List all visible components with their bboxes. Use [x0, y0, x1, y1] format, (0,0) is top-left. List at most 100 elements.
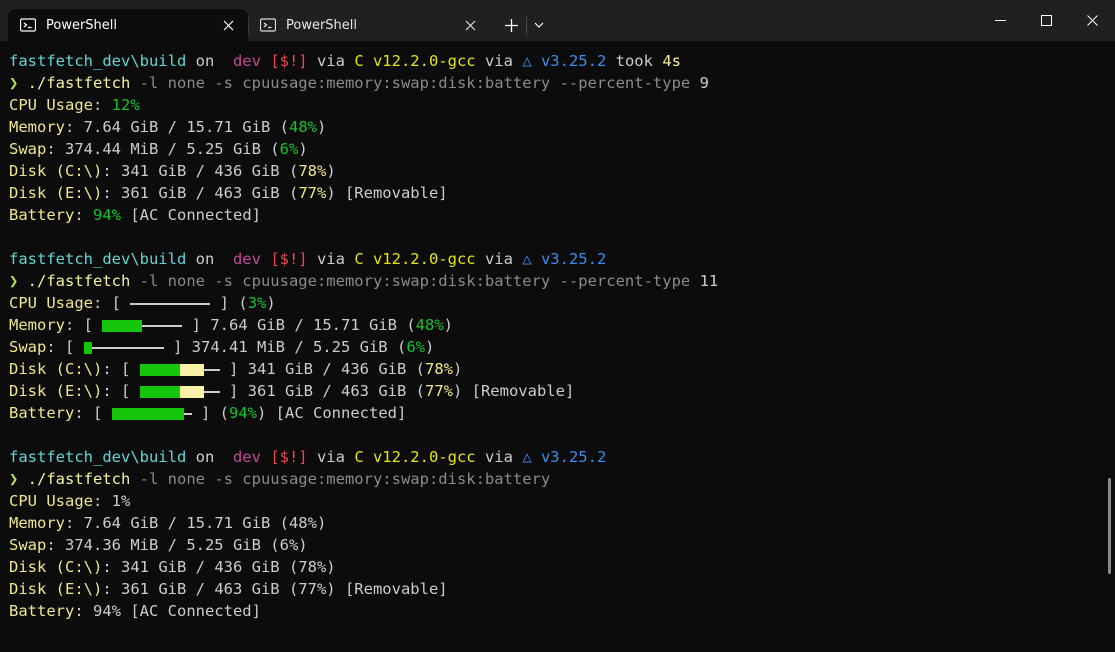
output-value: 341 GiB / 436 GiB ( — [121, 162, 299, 180]
bar-segment — [139, 347, 148, 349]
output-key: Battery — [9, 602, 75, 620]
output-value: ) — [443, 316, 453, 334]
output-line: CPU Usage: [ ] (3%) — [9, 292, 1099, 314]
command-name: ./fastfetch — [27, 74, 131, 92]
output-line: Disk (C:\): 341 GiB / 436 GiB (78%) — [9, 160, 1099, 182]
close-icon[interactable] — [456, 11, 484, 39]
output-value: [AC Connected] — [121, 206, 261, 224]
command-line: ❯ ./fastfetch -l none -s cpuusage:memory… — [9, 468, 1099, 490]
output-key: CPU Usage — [9, 294, 93, 312]
maximize-icon — [1040, 15, 1052, 26]
bar-segment — [110, 320, 119, 332]
bar-segment — [155, 364, 164, 376]
prompt-compiler: C v12.2.0-gcc — [354, 448, 476, 466]
bar-segment — [147, 347, 156, 349]
powershell-icon — [260, 18, 276, 32]
close-icon[interactable] — [214, 11, 242, 39]
bar-segment — [195, 364, 204, 376]
output-line: Battery: [ ] (94%) [AC Connected] — [9, 402, 1099, 424]
output-separator: : — [102, 382, 121, 400]
minimize-button[interactable] — [977, 0, 1023, 41]
output-line: Disk (C:\): 341 GiB / 436 GiB (78%) — [9, 556, 1099, 578]
output-separator: : — [102, 580, 121, 598]
output-key: Memory — [9, 514, 65, 532]
output-line: Disk (E:\): [ ] 361 GiB / 463 GiB (77%) … — [9, 380, 1099, 402]
prompt-on: on — [186, 250, 224, 268]
output-value: ) — [298, 140, 308, 158]
bar-segment — [159, 408, 168, 420]
output-line: CPU Usage: 12% — [9, 94, 1099, 116]
prompt-compiler: C v12.2.0-gcc — [354, 250, 476, 268]
command-name: ./fastfetch — [27, 272, 131, 290]
output-key: CPU Usage — [9, 96, 93, 114]
terminal-window: PowerShell PowerShell fastfetch_dev\buil… — [0, 0, 1115, 652]
prompt-path: fastfetch_dev\build — [9, 448, 187, 466]
bar-segment — [91, 347, 100, 349]
output-key: Memory — [9, 118, 65, 136]
window-close-button[interactable] — [1069, 0, 1115, 41]
percent-bar — [111, 404, 192, 426]
bar-segment — [211, 391, 220, 393]
prompt-via: via — [475, 250, 523, 268]
tab-dropdown-button[interactable] — [526, 11, 552, 39]
output-value: 374.44 MiB / 5.25 GiB ( — [65, 140, 280, 158]
output-line: Swap: [ ] 374.41 MiB / 5.25 GiB (6%) — [9, 336, 1099, 358]
maximize-button[interactable] — [1023, 0, 1069, 41]
bar-segment — [211, 369, 220, 371]
bar-segment — [123, 347, 132, 349]
output-key: Swap — [9, 536, 47, 554]
bar-segment — [186, 303, 195, 305]
output-key: Disk (E:\) — [9, 382, 103, 400]
bar-segment — [187, 364, 196, 376]
bar-segment — [163, 386, 172, 398]
bar-open: [ — [93, 404, 112, 422]
new-tab-button[interactable] — [496, 11, 526, 39]
scrollbar[interactable] — [1108, 478, 1111, 574]
prompt-arrow: ❯ — [9, 272, 28, 290]
output-key: Disk (C:\) — [9, 360, 103, 378]
bar-segment — [155, 347, 164, 349]
output-line: Memory: 7.64 GiB / 15.71 GiB (48%) — [9, 116, 1099, 138]
output-value: ( — [210, 404, 230, 422]
output-line: CPU Usage: 1% — [9, 490, 1099, 512]
prompt-via: via — [307, 250, 355, 268]
bar-segment — [142, 325, 151, 327]
output-key: Disk (E:\) — [9, 184, 103, 202]
terminal-output[interactable]: fastfetch_dev\build on dev [$!] via C v1… — [9, 50, 1099, 646]
bar-segment — [175, 408, 184, 420]
bar-segment — [138, 303, 147, 305]
bar-segment — [170, 303, 179, 305]
bar-segment — [171, 364, 180, 376]
output-value: 12% — [111, 96, 140, 114]
output-value: 361 GiB / 463 GiB ( — [238, 382, 425, 400]
tab-powershell-1[interactable]: PowerShell — [8, 9, 248, 41]
plus-icon — [504, 18, 518, 32]
bar-segment — [134, 320, 143, 332]
output-key: Disk (C:\) — [9, 162, 103, 180]
window-close-icon — [1086, 15, 1098, 26]
bar-segment — [163, 364, 172, 376]
bar-segment — [127, 408, 136, 420]
bar-segment — [147, 364, 156, 376]
bar-close: ] — [219, 360, 239, 378]
bar-close: ] — [219, 382, 239, 400]
prompt-git-status: [$!] — [270, 52, 308, 70]
tab-powershell-2[interactable]: PowerShell — [248, 9, 488, 41]
bar-segment — [107, 347, 116, 349]
output-line: Swap: 374.36 MiB / 5.25 GiB (6%) — [9, 534, 1099, 556]
percent-bar — [139, 360, 220, 382]
output-value: ( — [229, 294, 248, 312]
bar-segment — [203, 369, 212, 371]
prompt-cmake: △ v3.25.2 — [522, 250, 607, 268]
bar-segment — [135, 408, 144, 420]
bar-close: ] — [210, 294, 230, 312]
output-value: 94% — [93, 206, 121, 224]
bar-segment — [195, 386, 204, 398]
output-separator: : — [93, 96, 112, 114]
output-value: 3% — [247, 294, 267, 312]
command-percent-type: 9 — [699, 74, 709, 92]
output-value: 78% — [298, 162, 327, 180]
bar-segment — [154, 303, 163, 305]
output-value: ) [Removable] — [326, 184, 448, 202]
